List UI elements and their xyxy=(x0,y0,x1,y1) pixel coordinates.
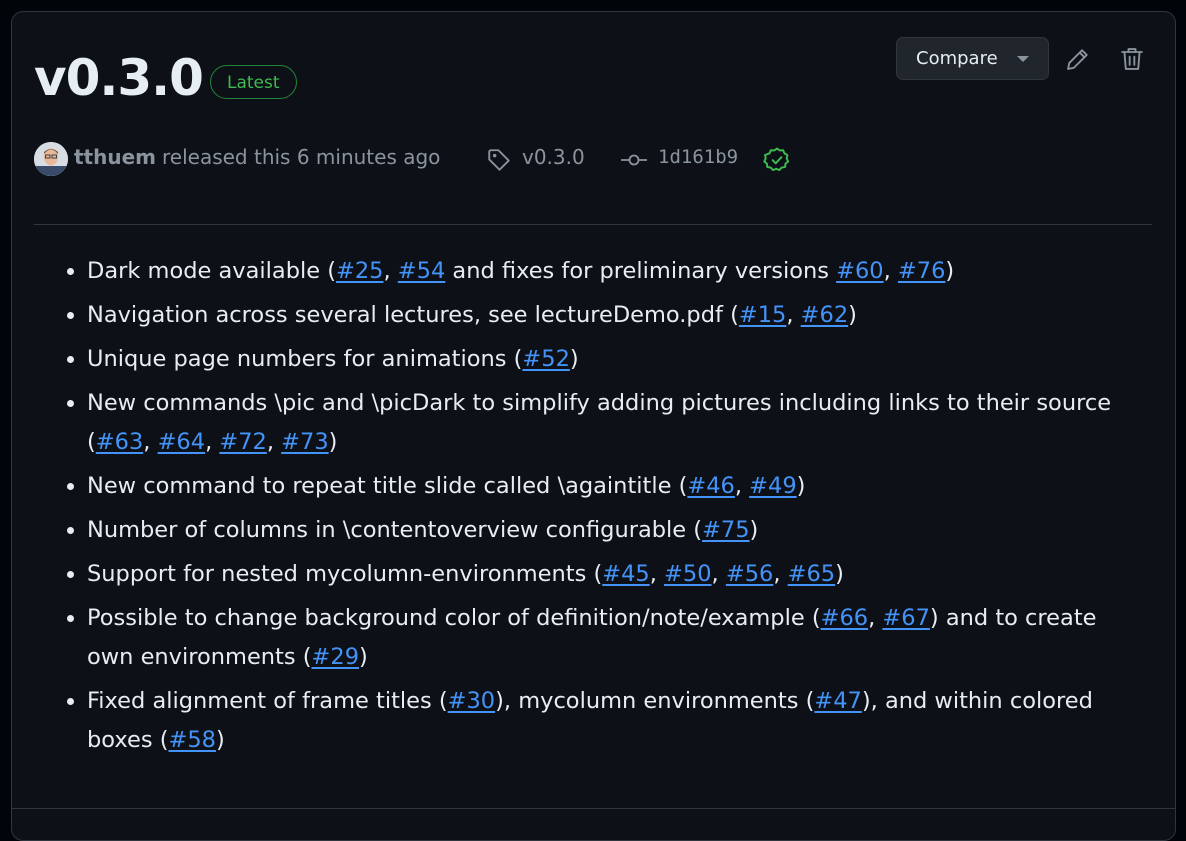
note-text: Unique page numbers for animations ( xyxy=(87,346,523,372)
note-text: Possible to change background color of d… xyxy=(87,605,821,631)
note-text: , xyxy=(711,561,726,587)
release-title[interactable]: v0.3.0 xyxy=(34,46,204,110)
note-text: , xyxy=(786,302,801,328)
release-note-dark-mode: Dark mode available (#25, #54 and fixes … xyxy=(87,252,1142,291)
note-text: Support for nested mycolumn-environments… xyxy=(87,561,603,587)
issue-link[interactable]: #62 xyxy=(801,302,848,328)
verified-check-icon[interactable] xyxy=(763,146,791,174)
latest-badge: Latest xyxy=(210,65,297,99)
issue-link[interactable]: #76 xyxy=(898,258,945,284)
release-note-alignment: Fixed alignment of frame titles (#30), m… xyxy=(87,682,1142,760)
compare-button-label: Compare xyxy=(916,48,998,69)
issue-link[interactable]: #63 xyxy=(96,429,143,455)
tag-link[interactable]: v0.3.0 xyxy=(522,145,585,169)
release-note-nested-mycolumn: Support for nested mycolumn-environments… xyxy=(87,555,1142,594)
note-text: , xyxy=(734,473,750,499)
note-text: , xyxy=(649,561,665,587)
issue-link[interactable]: #50 xyxy=(664,561,711,587)
note-text: ) xyxy=(569,346,579,372)
release-note-againtitle: New command to repeat title slide called… xyxy=(87,467,1142,506)
note-text: ) xyxy=(848,302,857,328)
compare-button[interactable]: Compare xyxy=(896,37,1049,80)
note-text: , xyxy=(143,429,158,455)
note-text: New command to repeat title slide called… xyxy=(87,473,688,499)
caret-down-icon xyxy=(1017,56,1029,62)
issue-link[interactable]: #65 xyxy=(788,561,835,587)
note-text: ) xyxy=(835,561,844,587)
issue-link[interactable]: #47 xyxy=(814,688,861,714)
issue-link[interactable]: #58 xyxy=(168,727,215,753)
released-time: released this 6 minutes ago xyxy=(162,145,441,169)
issue-link[interactable]: #75 xyxy=(702,517,749,543)
issue-link[interactable]: #72 xyxy=(219,429,266,455)
note-text: , xyxy=(773,561,788,587)
release-note-navigation: Navigation across several lectures, see … xyxy=(87,296,1142,335)
pencil-icon[interactable] xyxy=(1064,45,1092,73)
note-text: Number of columns in \contentoverview co… xyxy=(87,517,703,543)
issue-link[interactable]: #45 xyxy=(602,561,649,587)
issue-link[interactable]: #64 xyxy=(158,429,205,455)
release-note-page-numbers: Unique page numbers for animations (#52) xyxy=(87,340,1142,379)
trash-icon[interactable] xyxy=(1118,45,1146,73)
issue-link[interactable]: #73 xyxy=(281,429,328,455)
release-note-contentoverview: Number of columns in \contentoverview co… xyxy=(87,511,1142,550)
tag-icon xyxy=(488,149,510,171)
note-text: and fixes for preliminary versions xyxy=(445,258,837,284)
footer-divider xyxy=(12,808,1175,809)
note-text: , xyxy=(383,258,398,284)
note-text: , xyxy=(868,605,883,631)
issue-link[interactable]: #56 xyxy=(726,561,773,587)
issue-link[interactable]: #30 xyxy=(448,688,495,714)
note-text: , xyxy=(883,258,898,284)
release-notes-list: Dark mode available (#25, #54 and fixes … xyxy=(52,252,1142,765)
release-note-background-color: Possible to change background color of d… xyxy=(87,599,1142,677)
author-link[interactable]: tthuem xyxy=(74,145,156,169)
release-card: v0.3.0 Latest Compare tthuem released th… xyxy=(11,11,1176,841)
note-text: ) xyxy=(945,258,955,284)
commit-link[interactable]: 1d161b9 xyxy=(658,146,738,168)
issue-link[interactable]: #52 xyxy=(522,346,569,372)
note-text: ) xyxy=(328,429,338,455)
note-text: Fixed alignment of frame titles ( xyxy=(87,688,448,714)
note-text: ) xyxy=(749,517,759,543)
section-divider xyxy=(34,224,1152,225)
note-text: ) xyxy=(796,473,806,499)
issue-link[interactable]: #29 xyxy=(312,644,359,670)
note-text: Dark mode available ( xyxy=(87,258,336,284)
release-note-pic-commands: New commands \pic and \picDark to simpli… xyxy=(87,384,1142,462)
git-commit-icon xyxy=(621,154,647,166)
note-text: Navigation across several lectures, see … xyxy=(87,302,739,328)
issue-link[interactable]: #46 xyxy=(687,473,734,499)
note-text: ), mycolumn environments ( xyxy=(495,688,815,714)
issue-link[interactable]: #49 xyxy=(749,473,796,499)
issue-link[interactable]: #25 xyxy=(336,258,383,284)
note-text: , xyxy=(266,429,282,455)
avatar[interactable] xyxy=(34,142,68,176)
issue-link[interactable]: #54 xyxy=(398,258,445,284)
issue-link[interactable]: #67 xyxy=(882,605,929,631)
note-text: , xyxy=(205,429,220,455)
issue-link[interactable]: #15 xyxy=(739,302,786,328)
note-text: ) xyxy=(359,644,368,670)
note-text: ) xyxy=(215,727,225,753)
issue-link[interactable]: #66 xyxy=(821,605,868,631)
issue-link[interactable]: #60 xyxy=(836,258,883,284)
